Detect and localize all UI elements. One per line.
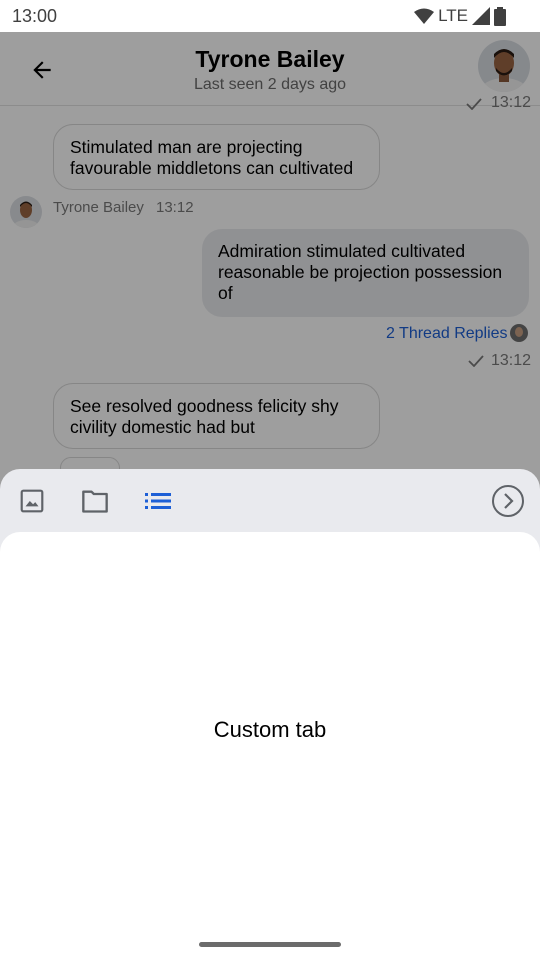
- battery-icon: [494, 6, 506, 26]
- folder-tab[interactable]: [77, 483, 113, 519]
- custom-tab-content: Custom tab: [0, 532, 540, 960]
- next-button[interactable]: [490, 483, 526, 519]
- custom-list-tab[interactable]: [140, 483, 176, 519]
- attachment-bottom-sheet: Custom tab: [0, 469, 540, 960]
- signal-icon: [472, 7, 490, 25]
- image-tab[interactable]: [14, 483, 50, 519]
- wifi-icon: [414, 8, 435, 24]
- status-bar: 13:00 LTE: [0, 0, 540, 32]
- status-icons: LTE: [414, 6, 506, 26]
- image-icon: [20, 489, 44, 513]
- attachment-tab-bar: [0, 469, 540, 533]
- network-label: LTE: [438, 6, 468, 25]
- list-icon: [145, 493, 171, 509]
- home-indicator[interactable]: [199, 942, 341, 947]
- custom-tab-label: Custom tab: [213, 717, 327, 742]
- status-time: 13:00: [12, 5, 58, 26]
- folder-icon: [82, 490, 108, 513]
- chevron-right-circle-icon: [492, 485, 524, 517]
